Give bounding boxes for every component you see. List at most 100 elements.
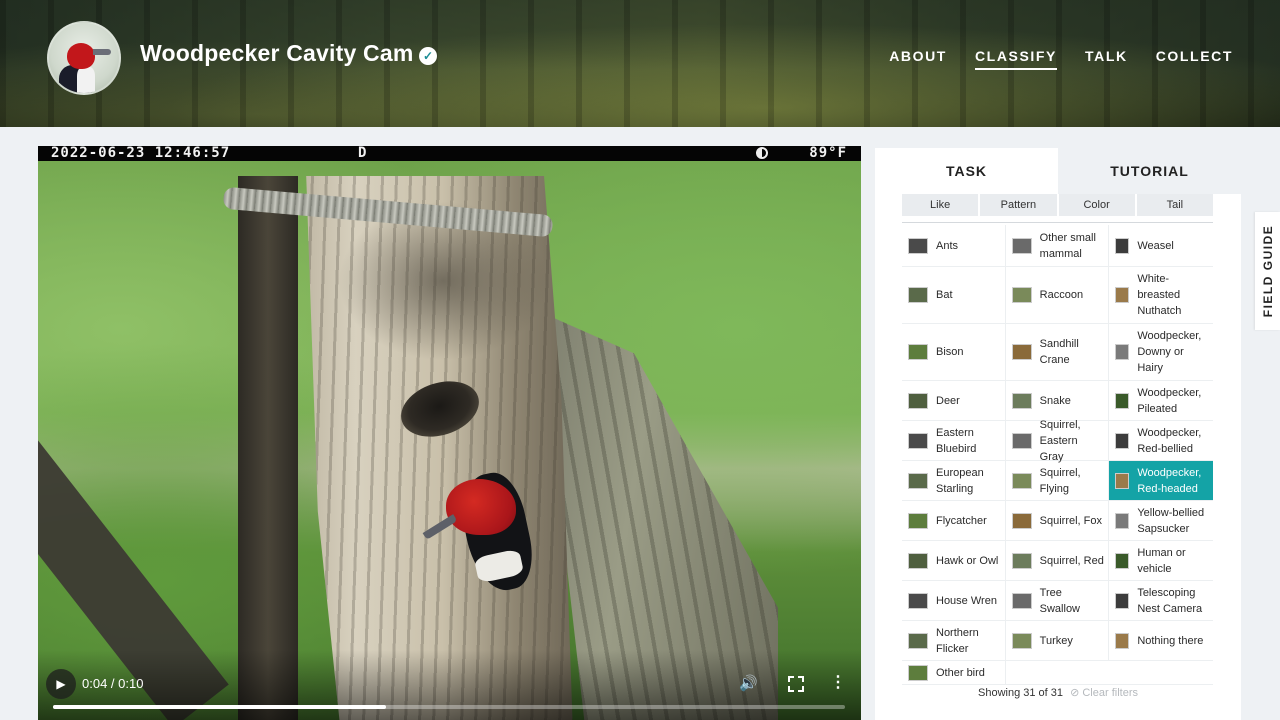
choice-telescoping-nest-camera[interactable]: Telescoping Nest Camera <box>1109 581 1213 620</box>
choice-tree-swallow[interactable]: Tree Swallow <box>1006 581 1110 620</box>
choice-label: Squirrel, Flying <box>1039 466 1081 495</box>
choice-label: Bat <box>936 289 953 301</box>
more-options-icon[interactable]: ⋮ <box>830 672 846 692</box>
choice-label: Northern Flicker <box>936 626 979 655</box>
choice-thumbnail <box>1011 512 1032 529</box>
choice-thumbnail <box>1011 392 1032 409</box>
choice-thumbnail <box>1011 237 1032 254</box>
choice-other-bird[interactable]: Other bird <box>902 661 1006 684</box>
choice-thumbnail <box>1011 344 1032 360</box>
choice-raccoon[interactable]: Raccoon <box>1006 267 1110 323</box>
choice-nothing-there[interactable]: Nothing there <box>1109 621 1213 660</box>
choice-weasel[interactable]: Weasel <box>1109 225 1213 266</box>
play-icon[interactable]: ▶ <box>46 669 76 699</box>
choice-label: Yellow-bellied Sapsucker <box>1137 506 1205 535</box>
choice-label: Ants <box>936 239 959 252</box>
choice-thumbnail <box>1115 632 1130 649</box>
choice-snake[interactable]: Snake <box>1006 381 1110 420</box>
choice-deer[interactable]: Deer <box>902 381 1006 420</box>
choice-ants[interactable]: Ants <box>902 225 1006 266</box>
choice-other-small-mammal[interactable]: Other small mammal <box>1006 225 1110 266</box>
choice-thumbnail <box>908 472 928 489</box>
osd-temperature: 89°F <box>809 146 847 161</box>
choice-thumbnail <box>908 664 928 681</box>
clear-filters-button[interactable]: ⊘ Clear filters <box>1070 687 1138 699</box>
choice-label: Telescoping Nest Camera <box>1137 586 1203 615</box>
nav-classify[interactable]: CLASSIFY <box>974 48 1057 70</box>
tab-task[interactable]: TASK <box>875 148 1058 194</box>
choice-thumbnail <box>1115 392 1130 409</box>
choice-woodpecker-red-bellied[interactable]: Woodpecker, Red-bellied <box>1109 421 1213 460</box>
choice-label: Flycatcher <box>936 514 987 527</box>
choice-woodpecker-pileated[interactable]: Woodpecker, Pileated <box>1109 381 1213 420</box>
nav-collect[interactable]: COLLECT <box>1156 48 1233 70</box>
nav-talk[interactable]: TALK <box>1085 48 1128 70</box>
choice-sandhill-crane[interactable]: Sandhill Crane <box>1006 324 1110 380</box>
choice-white-breasted-nuthatch[interactable]: White-breasted Nuthatch <box>1109 267 1213 323</box>
filter-like[interactable]: Like <box>902 194 979 216</box>
choice-yellow-bellied-sapsucker[interactable]: Yellow-bellied Sapsucker <box>1109 501 1213 540</box>
choice-thumbnail <box>1115 552 1130 569</box>
choice-label: Nothing there <box>1137 634 1204 647</box>
choice-label: Raccoon <box>1039 289 1084 301</box>
nav-about[interactable]: ABOUT <box>889 48 947 70</box>
choice-label: Turkey <box>1039 634 1073 647</box>
field-guide-tab[interactable]: FIELD GUIDE <box>1255 212 1280 330</box>
choice-human-or-vehicle[interactable]: Human or vehicle <box>1109 541 1213 580</box>
choice-european-starling[interactable]: European Starling <box>902 461 1006 500</box>
project-title[interactable]: Woodpecker Cavity Cam <box>140 40 413 67</box>
choice-squirrel-fox[interactable]: Squirrel, Fox <box>1006 501 1110 540</box>
choice-bat[interactable]: Bat <box>902 267 1006 323</box>
project-header: Woodpecker Cavity Cam ✓ ABOUT CLASSIFY T… <box>0 0 1280 127</box>
volume-icon[interactable]: 🔊 <box>739 674 759 694</box>
choice-row: Eastern Bluebird Squirrel, Eastern Gray Wo… <box>902 419 1213 463</box>
filter-pattern[interactable]: Pattern <box>980 194 1057 216</box>
choice-thumbnail <box>1011 472 1032 489</box>
choice-squirrel-eastern-gray[interactable]: Squirrel, Eastern Gray <box>1006 419 1110 463</box>
choice-row: Flycatcher Squirrel, Fox Yellow-bellied Sa… <box>902 501 1213 541</box>
choice-thumbnail <box>1115 344 1130 360</box>
field-guide-label: FIELD GUIDE <box>1260 224 1275 318</box>
choice-turkey[interactable]: Turkey <box>1006 621 1110 660</box>
choice-label: Human or vehicle <box>1137 546 1186 575</box>
choice-label: Squirrel, Red <box>1039 554 1104 567</box>
osd-timestamp: 2022-06-23 12:46:57 <box>51 146 231 161</box>
choice-eastern-bluebird[interactable]: Eastern Bluebird <box>902 421 1006 460</box>
choice-woodpecker-downy-or-hairy[interactable]: Woodpecker, Downy or Hairy <box>1109 324 1213 380</box>
fullscreen-icon[interactable] <box>786 674 806 694</box>
choice-bison[interactable]: Bison <box>902 324 1006 380</box>
choice-row: Hawk or Owl Squirrel, Red Human or vehicle <box>902 541 1213 581</box>
choice-thumbnail <box>908 344 928 360</box>
subject-video-player[interactable]: 2022-06-23 12:46:57 D 89°F ▶ 0:04 / 0:10… <box>38 146 861 720</box>
choice-thumbnail <box>1115 432 1130 449</box>
choice-thumbnail <box>908 632 928 649</box>
choice-label: Squirrel, Eastern Gray <box>1039 418 1081 463</box>
choice-squirrel-flying[interactable]: Squirrel, Flying <box>1006 461 1110 500</box>
choice-row: Ants Other small mammal Weasel <box>902 225 1213 267</box>
choice-thumbnail <box>1011 592 1032 609</box>
choice-label: Sandhill Crane <box>1039 338 1079 366</box>
choice-empty-cell <box>1005 661 1110 684</box>
choice-hawk-or-owl[interactable]: Hawk or Owl <box>902 541 1006 580</box>
clear-icon: ⊘ <box>1070 687 1080 699</box>
tab-tutorial[interactable]: TUTORIAL <box>1058 148 1241 194</box>
choice-thumbnail <box>1115 287 1130 303</box>
choice-northern-flicker[interactable]: Northern Flicker <box>902 621 1006 660</box>
choice-thumbnail <box>1011 287 1032 303</box>
video-progress-bar[interactable] <box>53 705 845 709</box>
choice-squirrel-red[interactable]: Squirrel, Red <box>1006 541 1110 580</box>
choice-thumbnail <box>1115 592 1130 609</box>
camera-osd-bar: 2022-06-23 12:46:57 D 89°F <box>38 146 861 161</box>
choice-label: House Wren <box>936 594 997 607</box>
choice-flycatcher[interactable]: Flycatcher <box>902 501 1006 540</box>
project-avatar[interactable] <box>47 21 121 95</box>
filter-color[interactable]: Color <box>1058 194 1135 216</box>
choice-woodpecker-red-headed[interactable]: Woodpecker, Red-headed <box>1109 461 1213 500</box>
choice-house-wren[interactable]: House Wren <box>902 581 1006 620</box>
choice-row: Northern Flicker Turkey Nothing there <box>902 621 1213 661</box>
filter-tail[interactable]: Tail <box>1136 194 1213 216</box>
choice-empty-cell <box>1109 661 1213 684</box>
verified-badge-icon: ✓ <box>419 47 437 65</box>
choice-thumbnail <box>908 432 928 449</box>
showing-count: Showing 31 of 31 ⊘ Clear filters <box>875 686 1241 699</box>
